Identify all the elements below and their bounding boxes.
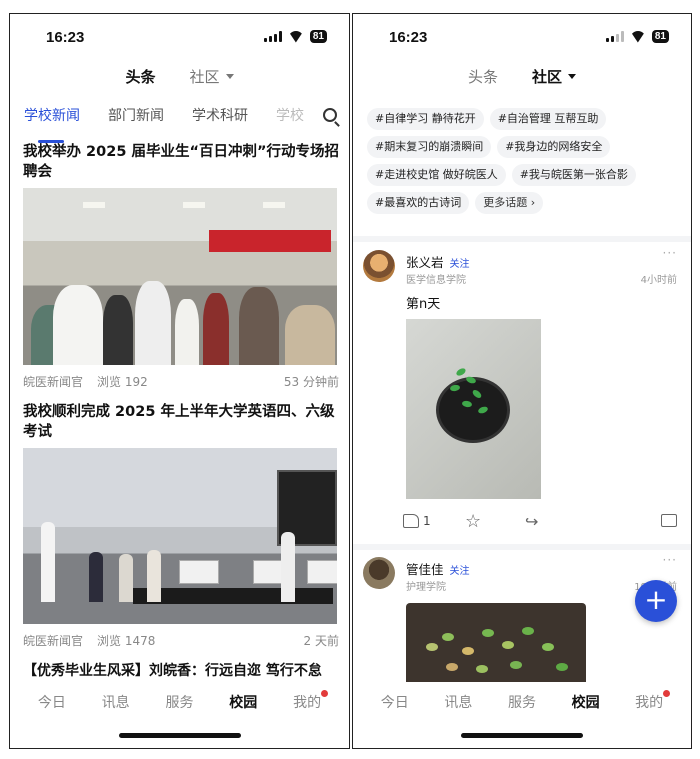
nav-messages[interactable]: 讯息 bbox=[102, 692, 130, 712]
status-bar: 16:23 81 bbox=[10, 14, 349, 58]
post-department: 护理学院 bbox=[406, 582, 446, 593]
topic-tag[interactable]: #期末复习的崩溃瞬间 bbox=[367, 136, 492, 158]
like-button[interactable]: 1 bbox=[403, 514, 431, 528]
article-views: 浏览 192 bbox=[97, 375, 148, 389]
post-time: 4小时前 bbox=[640, 275, 677, 286]
subtab-school-more[interactable]: 学校 bbox=[276, 105, 304, 135]
bottom-nav: 今日 讯息 服务 校园 我的 bbox=[353, 682, 691, 748]
tab-community[interactable]: 社区 bbox=[532, 64, 577, 88]
favorite-button[interactable]: ☆ bbox=[465, 511, 482, 532]
tab-headlines-label: 头条 bbox=[467, 67, 498, 86]
news-category-tabs: 学校新闻 部门新闻 学术科研 学校 bbox=[24, 105, 349, 143]
article-source: 皖医新闻官 bbox=[23, 634, 84, 648]
post-author[interactable]: 管佳佳 关注 bbox=[406, 559, 470, 578]
topic-tag[interactable]: #最喜欢的古诗词 bbox=[367, 192, 470, 214]
topic-tags: #自律学习 静待花开 #自治管理 互帮互助 #期末复习的崩溃瞬间 #我身边的网络… bbox=[367, 108, 683, 214]
topic-tag[interactable]: #自治管理 互帮互助 bbox=[489, 108, 607, 130]
comment-button[interactable] bbox=[661, 514, 677, 527]
topic-tag[interactable]: #我身边的网络安全 bbox=[497, 136, 611, 158]
home-indicator bbox=[118, 733, 241, 738]
more-icon[interactable]: ··· bbox=[663, 246, 677, 260]
article-views: 浏览 1478 bbox=[97, 634, 156, 648]
wifi-icon bbox=[630, 31, 646, 43]
nav-today[interactable]: 今日 bbox=[381, 692, 409, 712]
nav-messages[interactable]: 讯息 bbox=[444, 692, 472, 712]
article-card[interactable]: 我校举办 2025 届毕业生“百日冲刺”行动专场招聘会 皖医新闻官 浏览 192 … bbox=[23, 142, 339, 390]
share-button[interactable]: ↪ bbox=[525, 514, 538, 530]
follow-button[interactable]: 关注 bbox=[450, 566, 470, 577]
status-bar: 16:23 81 bbox=[353, 14, 691, 58]
nav-campus[interactable]: 校园 bbox=[572, 692, 600, 712]
nav-me-label: 我的 bbox=[635, 695, 664, 711]
tab-headlines[interactable]: 头条 bbox=[125, 64, 155, 88]
post-department: 医学信息学院 bbox=[406, 275, 466, 286]
topic-tag[interactable]: #我与皖医第一张合影 bbox=[511, 164, 636, 186]
top-tabs: 头条 社区 bbox=[353, 64, 691, 88]
subtab-academic-research[interactable]: 学术科研 bbox=[192, 105, 248, 135]
home-indicator bbox=[461, 733, 583, 738]
topic-tag[interactable]: #自律学习 静待花开 bbox=[367, 108, 484, 130]
nav-campus[interactable]: 校园 bbox=[229, 692, 257, 712]
avatar[interactable] bbox=[363, 557, 395, 589]
top-tabs: 头条 社区 bbox=[10, 64, 349, 88]
like-count: 1 bbox=[423, 514, 431, 528]
notification-badge bbox=[663, 690, 671, 697]
status-time: 16:23 bbox=[389, 29, 428, 46]
star-icon: ☆ bbox=[465, 511, 482, 532]
topic-tag[interactable]: #走进校史馆 做好皖医人 bbox=[367, 164, 506, 186]
nav-me-label: 我的 bbox=[293, 695, 322, 711]
nav-services[interactable]: 服务 bbox=[165, 692, 193, 712]
cellular-signal-icon bbox=[263, 31, 282, 42]
chevron-down-icon bbox=[225, 73, 234, 79]
post-author-name: 张义岩 bbox=[406, 255, 444, 270]
battery-icon: 81 bbox=[651, 30, 669, 43]
phone-news: 16:23 81 头条 社区 学校新闻 部门新闻 学术科研 学校 我校举办 20… bbox=[9, 13, 350, 749]
tab-headlines-label: 头条 bbox=[125, 67, 156, 86]
bottom-nav: 今日 讯息 服务 校园 我的 bbox=[10, 682, 349, 748]
article-card[interactable]: 我校顺利完成 2025 年上半年大学英语四、六级考试 皖医新闻官 浏览 1478 … bbox=[23, 402, 339, 649]
article-title: 我校顺利完成 2025 年上半年大学英语四、六级考试 bbox=[23, 404, 335, 440]
article-source: 皖医新闻官 bbox=[23, 375, 84, 389]
search-icon[interactable] bbox=[323, 108, 337, 122]
create-post-button[interactable]: + bbox=[635, 580, 677, 622]
post-content: 第n天 bbox=[406, 297, 441, 312]
nav-me[interactable]: 我的 bbox=[635, 690, 671, 712]
thumbs-up-icon bbox=[403, 514, 419, 528]
battery-icon: 81 bbox=[309, 30, 327, 43]
post-image[interactable] bbox=[406, 319, 541, 499]
tab-community-label: 社区 bbox=[189, 67, 220, 86]
article-time: 53 分钟前 bbox=[283, 375, 339, 389]
cellular-signal-icon bbox=[605, 31, 624, 42]
status-time: 16:23 bbox=[46, 29, 85, 46]
divider bbox=[353, 544, 691, 550]
post-author[interactable]: 张义岩 关注 bbox=[406, 252, 470, 271]
article-title-teaser[interactable]: 【优秀毕业生风采】刘皖香：行远自迩 笃行不怠 bbox=[23, 660, 322, 680]
divider bbox=[353, 236, 691, 242]
article-image bbox=[23, 448, 337, 624]
phone-community: 16:23 81 头条 社区 #自律学习 静待花开 #自治管理 互帮互助 #期末… bbox=[352, 13, 692, 749]
post-author-name: 管佳佳 bbox=[406, 562, 444, 577]
tab-community-label: 社区 bbox=[532, 67, 563, 86]
wifi-icon bbox=[288, 31, 304, 43]
nav-today[interactable]: 今日 bbox=[38, 692, 66, 712]
post-actions: 1 ☆ ↪ bbox=[403, 511, 677, 534]
chevron-down-icon bbox=[568, 73, 577, 79]
more-topics-button[interactable]: 更多话题 › bbox=[475, 192, 544, 214]
nav-me[interactable]: 我的 bbox=[293, 690, 329, 712]
article-time: 2 天前 bbox=[303, 634, 339, 648]
subtab-department-news[interactable]: 部门新闻 bbox=[108, 105, 164, 135]
follow-button[interactable]: 关注 bbox=[450, 259, 470, 270]
article-image bbox=[23, 188, 337, 365]
article-title: 我校举办 2025 届毕业生“百日冲刺”行动专场招聘会 bbox=[23, 144, 340, 180]
avatar[interactable] bbox=[363, 250, 395, 282]
subtab-school-news[interactable]: 学校新闻 bbox=[24, 105, 80, 143]
tab-headlines[interactable]: 头条 bbox=[468, 64, 498, 88]
more-icon[interactable]: ··· bbox=[663, 553, 677, 567]
tab-community[interactable]: 社区 bbox=[190, 64, 234, 88]
nav-services[interactable]: 服务 bbox=[508, 692, 536, 712]
share-icon: ↪ bbox=[525, 512, 539, 531]
notification-badge bbox=[321, 690, 329, 697]
comment-icon bbox=[661, 514, 677, 527]
